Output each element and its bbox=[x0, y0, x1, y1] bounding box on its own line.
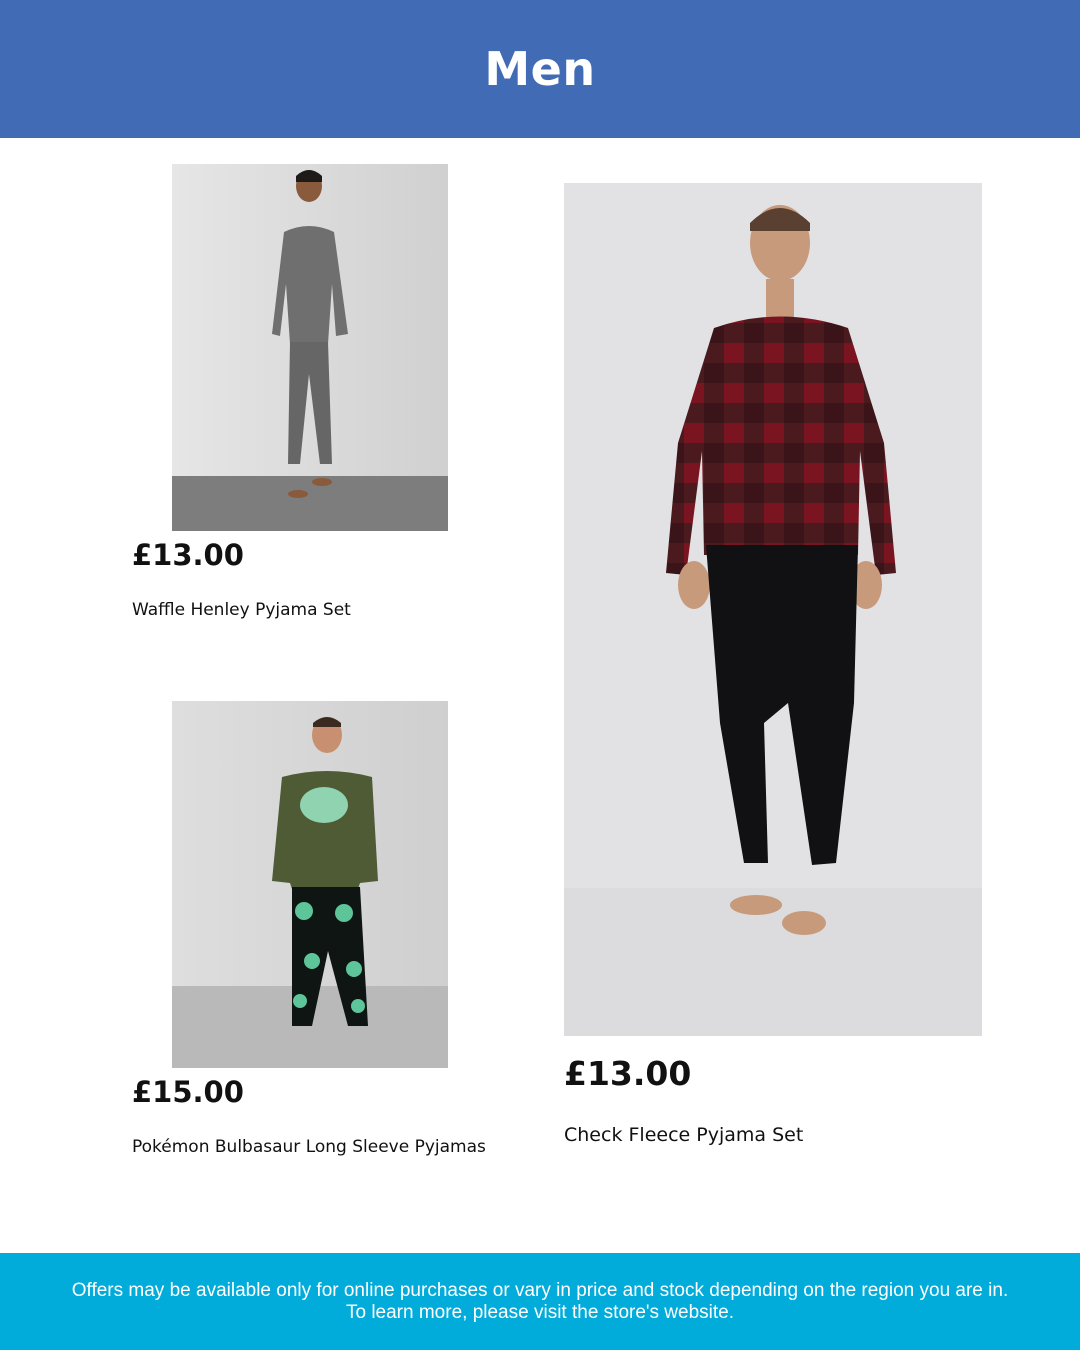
product-image-bulbasaur[interactable] bbox=[172, 701, 448, 1068]
page-header: Men bbox=[0, 0, 1080, 138]
product-image-waffle-henley[interactable] bbox=[172, 164, 448, 531]
disclaimer-footer: Offers may be available only for online … bbox=[0, 1253, 1080, 1350]
product-name[interactable]: Pokémon Bulbasaur Long Sleeve Pyjamas bbox=[132, 1137, 486, 1157]
red-check-fleece-pyjamas-photo-icon bbox=[564, 183, 982, 1036]
product-price: £13.00 bbox=[132, 538, 244, 572]
product-price: £13.00 bbox=[564, 1054, 692, 1093]
disclaimer-line-1: Offers may be available only for online … bbox=[71, 1279, 1009, 1301]
bulbasaur-pyjamas-photo-icon bbox=[172, 701, 448, 1068]
product-price: £15.00 bbox=[132, 1075, 244, 1109]
page-title: Men bbox=[484, 42, 596, 96]
disclaimer-line-2: To learn more, please visit the store's … bbox=[345, 1301, 735, 1323]
product-name[interactable]: Waffle Henley Pyjama Set bbox=[132, 600, 351, 620]
product-name[interactable]: Check Fleece Pyjama Set bbox=[564, 1124, 803, 1146]
grey-pyjamas-photo-icon bbox=[172, 164, 448, 531]
product-image-check-fleece[interactable] bbox=[564, 183, 982, 1036]
